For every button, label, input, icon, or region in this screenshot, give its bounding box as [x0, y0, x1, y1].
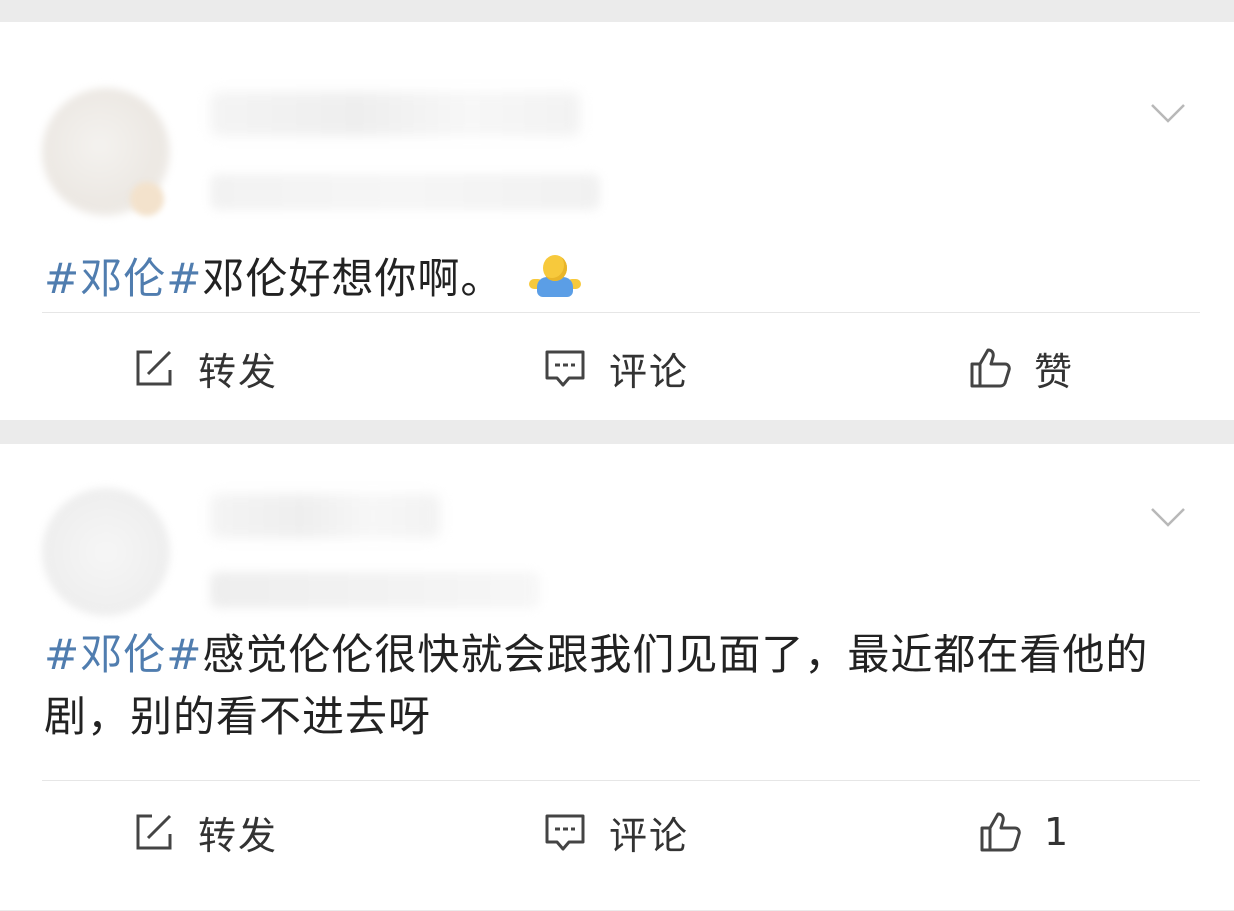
comment-button[interactable]: 评论 [543, 808, 689, 858]
repost-icon [136, 814, 172, 850]
post-header [0, 444, 1234, 616]
post-card: #邓伦#感觉伦伦很快就会跟我们见面了，最近都在看他的剧，别的看不进去呀 转发 评… [0, 444, 1234, 910]
verified-badge-icon [130, 182, 164, 216]
topic-link[interactable]: #邓伦# [44, 630, 202, 679]
top-gap [0, 0, 1234, 22]
username-blurred[interactable] [210, 494, 440, 538]
chevron-down-icon[interactable] [1150, 102, 1186, 124]
topic-link[interactable]: #邓伦# [44, 254, 202, 303]
divider [42, 780, 1200, 781]
post-text: 邓伦好想你啊。 [202, 254, 504, 303]
like-count: 1 [1044, 810, 1071, 854]
avatar[interactable] [42, 488, 170, 616]
comment-label: 评论 [609, 813, 690, 858]
thumbs-up-icon [970, 348, 1011, 388]
action-bar: 转发 评论 赞 [0, 322, 1234, 412]
comment-label: 评论 [609, 349, 690, 394]
chevron-down-icon[interactable] [1150, 506, 1186, 528]
repost-label: 转发 [198, 349, 279, 394]
post-card: #邓伦#邓伦好想你啊。 转发 评论 赞 [0, 22, 1234, 420]
post-content: #邓伦#感觉伦伦很快就会跟我们见面了，最近都在看他的剧，别的看不进去呀 [44, 624, 1174, 748]
comment-icon [545, 350, 585, 387]
repost-button[interactable]: 转发 [132, 344, 278, 394]
divider [42, 312, 1200, 313]
thumbs-up-icon [980, 812, 1021, 852]
action-bar: 转发 评论 1 [0, 786, 1234, 876]
repost-icon [136, 350, 172, 386]
like-button[interactable]: 赞 [968, 344, 1074, 394]
post-meta-blurred [210, 174, 600, 210]
comment-button[interactable]: 评论 [543, 344, 689, 394]
comment-icon [545, 814, 585, 851]
like-label: 赞 [1034, 349, 1075, 394]
post-header [0, 22, 1234, 216]
repost-button[interactable]: 转发 [132, 808, 278, 858]
shrug-person-emoji-icon [529, 255, 582, 299]
repost-label: 转发 [198, 813, 279, 858]
post-content: #邓伦#邓伦好想你啊。 [44, 248, 1174, 310]
post-meta-blurred [210, 572, 540, 608]
username-blurred[interactable] [210, 92, 580, 136]
like-button[interactable]: 1 [978, 808, 1070, 856]
post-text: 感觉伦伦很快就会跟我们见面了，最近都在看他的剧，别的看不进去呀 [44, 630, 1149, 741]
